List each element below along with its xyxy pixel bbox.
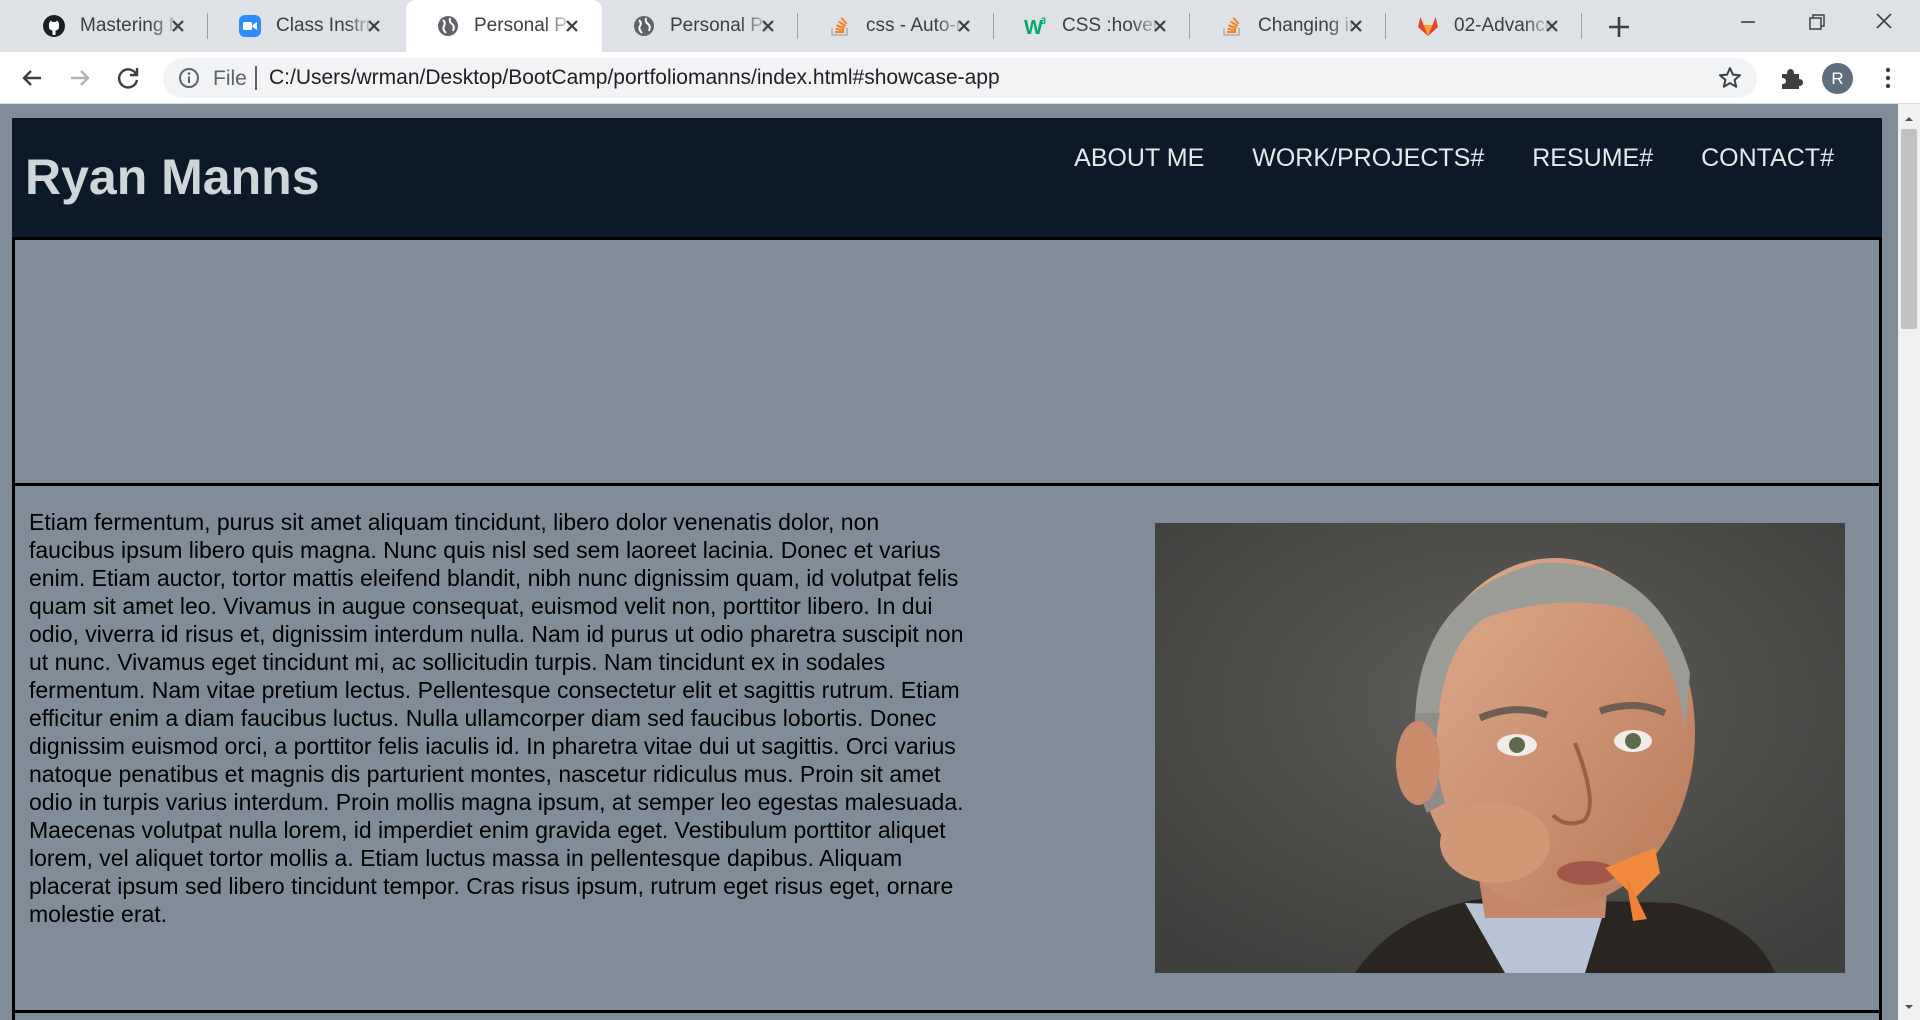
tab-title: 02-Advanced-CSS bbox=[1454, 15, 1554, 36]
close-tab-icon[interactable] bbox=[560, 14, 584, 38]
about-paragraph: Etiam fermentum, purus sit amet aliquam … bbox=[29, 509, 964, 927]
minimize-icon[interactable] bbox=[1730, 8, 1766, 38]
close-tab-icon[interactable] bbox=[952, 14, 976, 38]
restore-window-icon[interactable] bbox=[1798, 8, 1834, 38]
site-nav: ABOUT ME WORK/PROJECTS# RESUME# CONTACT# bbox=[1074, 118, 1882, 198]
close-tab-icon[interactable] bbox=[1344, 14, 1368, 38]
browser-tab-strip: Mastering Markdown Class Instructions Pe… bbox=[0, 0, 1920, 52]
tab-title: Personal Portfolio bbox=[474, 15, 574, 36]
page-scrollbar[interactable] bbox=[1898, 104, 1920, 1020]
browser-tab[interactable]: 02-Advanced-CSS bbox=[1386, 0, 1582, 52]
url-divider bbox=[255, 66, 257, 90]
browser-tab-active[interactable]: Personal Portfolio bbox=[406, 0, 602, 52]
browser-tab[interactable]: css - Auto-resize bbox=[798, 0, 994, 52]
gitlab-icon bbox=[1416, 14, 1440, 38]
browser-tab[interactable]: Changing image bbox=[1190, 0, 1386, 52]
site-title: Ryan Manns bbox=[25, 149, 320, 205]
forward-arrow-icon[interactable] bbox=[65, 63, 95, 93]
hero-banner bbox=[12, 240, 1882, 486]
nav-link-work-projects[interactable]: WORK/PROJECTS# bbox=[1252, 144, 1484, 173]
close-window-icon[interactable] bbox=[1866, 8, 1902, 38]
w3schools-icon: W3 bbox=[1024, 14, 1048, 38]
url-text[interactable]: C:/Users/wrman/Desktop/BootCamp/portfoli… bbox=[269, 66, 1000, 90]
close-tab-icon[interactable] bbox=[1148, 14, 1172, 38]
close-tab-icon[interactable] bbox=[166, 14, 190, 38]
browser-toolbar: File C:/Users/wrman/Desktop/BootCamp/por… bbox=[0, 52, 1920, 104]
new-tab-plus-icon[interactable] bbox=[1604, 12, 1634, 42]
scroll-down-arrow-icon[interactable] bbox=[1903, 1000, 1915, 1012]
stackoverflow-icon bbox=[828, 14, 852, 38]
profile-avatar[interactable]: R bbox=[1822, 63, 1853, 94]
tab-title: Mastering Markdown bbox=[80, 15, 180, 36]
back-arrow-icon[interactable] bbox=[17, 63, 47, 93]
close-tab-icon[interactable] bbox=[1540, 14, 1564, 38]
address-bar[interactable]: File C:/Users/wrman/Desktop/BootCamp/por… bbox=[163, 58, 1757, 98]
browser-tab[interactable]: Class Instructions bbox=[208, 0, 404, 52]
tab-title: CSS :hover Selector bbox=[1062, 15, 1162, 36]
bookmark-star-icon[interactable] bbox=[1717, 65, 1743, 91]
page-viewport: Ryan Manns ABOUT ME WORK/PROJECTS# RESUM… bbox=[0, 104, 1898, 1020]
about-section: Etiam fermentum, purus sit amet aliquam … bbox=[12, 486, 1882, 1020]
more-menu-icon[interactable] bbox=[1873, 63, 1903, 93]
tab-title: css - Auto-resize bbox=[866, 15, 966, 36]
tab-title: Personal Portfolio bbox=[670, 15, 770, 36]
globe-icon bbox=[436, 14, 460, 38]
nav-link-resume[interactable]: RESUME# bbox=[1532, 144, 1653, 173]
close-tab-icon[interactable] bbox=[756, 14, 780, 38]
globe-icon bbox=[632, 14, 656, 38]
browser-tab[interactable]: Mastering Markdown bbox=[12, 0, 208, 52]
profile-photo bbox=[1155, 523, 1845, 973]
site-header: Ryan Manns ABOUT ME WORK/PROJECTS# RESUM… bbox=[12, 118, 1882, 240]
scroll-up-arrow-icon[interactable] bbox=[1903, 112, 1915, 124]
stackoverflow-icon bbox=[1220, 14, 1244, 38]
browser-tab[interactable]: Personal Portfolio bbox=[602, 0, 798, 52]
nav-link-contact[interactable]: CONTACT# bbox=[1701, 144, 1834, 173]
tab-title: Changing image bbox=[1258, 15, 1358, 36]
scrollbar-thumb[interactable] bbox=[1901, 129, 1917, 329]
reload-icon[interactable] bbox=[113, 63, 143, 93]
tab-title: Class Instructions bbox=[276, 15, 376, 36]
github-icon bbox=[42, 14, 66, 38]
tab-divider bbox=[1581, 13, 1582, 39]
nav-link-about-me[interactable]: ABOUT ME bbox=[1074, 144, 1204, 173]
close-tab-icon[interactable] bbox=[362, 14, 386, 38]
section-divider bbox=[12, 1010, 1882, 1013]
zoom-icon bbox=[238, 14, 262, 38]
info-icon[interactable] bbox=[177, 66, 201, 90]
url-scheme-label: File bbox=[213, 67, 247, 90]
svg-text:3: 3 bbox=[1041, 16, 1046, 26]
browser-tab[interactable]: W3 CSS :hover Selector bbox=[994, 0, 1190, 52]
extensions-puzzle-icon[interactable] bbox=[1776, 63, 1806, 93]
